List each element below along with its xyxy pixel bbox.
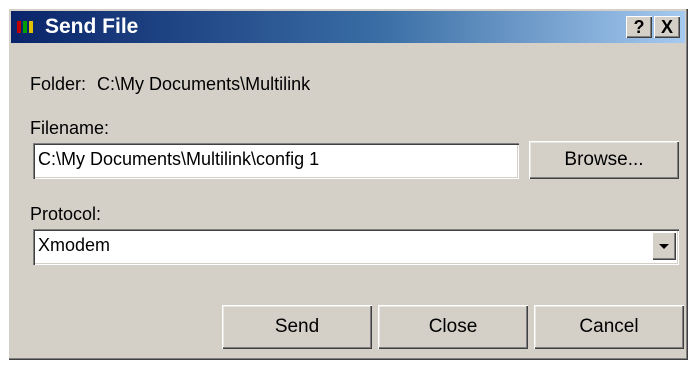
window-title: Send File <box>45 15 139 38</box>
help-button[interactable]: ? <box>626 16 652 38</box>
browse-button[interactable]: Browse... <box>529 141 679 179</box>
close-button[interactable]: Close <box>378 305 528 349</box>
protocol-select[interactable]: Xmodem <box>33 229 679 265</box>
protocol-label: Protocol: <box>30 204 102 224</box>
send-file-dialog: Send File ? X Folder: C:\My Documents\Mu… <box>8 8 688 360</box>
protocol-selected-value: Xmodem <box>38 235 111 255</box>
folder-label: Folder: <box>30 74 87 94</box>
filename-label: Filename: <box>30 118 110 138</box>
close-window-button[interactable]: X <box>654 16 680 38</box>
app-icon <box>17 20 39 34</box>
filename-input[interactable]: C:\My Documents\Multilink\config 1 <box>33 143 519 179</box>
cancel-button[interactable]: Cancel <box>534 305 684 349</box>
folder-row: Folder: C:\My Documents\Multilink <box>30 74 310 95</box>
title-bar[interactable]: Send File ? X <box>11 11 685 43</box>
dropdown-arrow-icon[interactable] <box>652 232 676 260</box>
send-button[interactable]: Send <box>222 305 372 349</box>
folder-path: C:\My Documents\Multilink <box>97 74 311 94</box>
